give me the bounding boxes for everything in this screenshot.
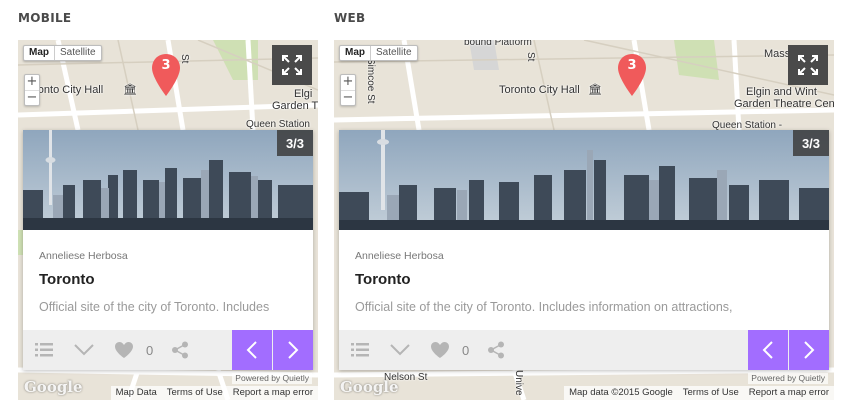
map-label-elgin-1: Elgi xyxy=(294,88,313,100)
city-hall-icon: 🏛 xyxy=(588,84,602,96)
map-type-satellite-button[interactable]: Satellite xyxy=(54,46,101,60)
list-icon[interactable] xyxy=(31,330,57,370)
heart-icon[interactable] xyxy=(113,330,135,370)
report-error-link[interactable]: Report a map error xyxy=(233,387,313,398)
expand-icon xyxy=(798,55,818,75)
terms-link[interactable]: Terms of Use xyxy=(167,387,223,398)
list-icon[interactable] xyxy=(347,330,373,370)
terms-link[interactable]: Terms of Use xyxy=(683,387,739,398)
chevron-left-icon xyxy=(762,341,773,359)
map-footer: Map data ©2015 Google Terms of Use Report … xyxy=(564,386,834,400)
zoom-out-button[interactable]: − xyxy=(25,90,39,105)
powered-by[interactable]: Powered by Quietly xyxy=(748,373,828,384)
web-info-card[interactable]: 3/3 Anneliese Herbosa Toronto Official s… xyxy=(339,130,829,370)
chevron-left-icon xyxy=(246,341,257,359)
card-author: Anneliese Herbosa xyxy=(39,250,128,262)
expand-icon xyxy=(282,55,302,75)
prev-button[interactable] xyxy=(748,330,788,370)
map-type-map-button[interactable]: Map xyxy=(24,46,54,60)
google-logo: Google xyxy=(340,378,399,396)
powered-by[interactable]: Powered by Quietly xyxy=(232,373,312,384)
map-label-elgin-web-2: Garden Theatre Cent xyxy=(734,98,834,110)
like-count: 0 xyxy=(462,343,470,358)
fullscreen-button[interactable] xyxy=(788,45,828,85)
city-hall-icon: 🏛 xyxy=(123,84,137,96)
card-photo: 3/3 xyxy=(23,130,313,230)
map-data-link[interactable]: Map data ©2015 Google xyxy=(569,387,673,398)
toronto-skyline-image xyxy=(339,130,829,230)
card-toolbar: 0 xyxy=(339,330,829,370)
google-logo: Google xyxy=(24,378,83,396)
zoom-out-button[interactable]: − xyxy=(341,90,355,105)
map-label-elgin-2: Garden Th xyxy=(272,100,318,112)
heart-icon[interactable] xyxy=(429,330,451,370)
image-counter: 3/3 xyxy=(277,130,313,156)
zoom-in-button[interactable]: + xyxy=(341,75,355,90)
share-icon[interactable] xyxy=(485,330,507,370)
zoom-in-button[interactable]: + xyxy=(25,75,39,90)
card-title[interactable]: Toronto xyxy=(355,271,411,288)
card-description: Official site of the city of Toronto. In… xyxy=(355,300,733,314)
chevron-down-icon[interactable] xyxy=(387,330,413,370)
marker-count: 3 xyxy=(627,58,637,73)
card-title[interactable]: Toronto xyxy=(39,271,95,288)
image-counter: 3/3 xyxy=(793,130,829,156)
map-label-elgin-web-1: Elgin and Wint xyxy=(746,86,817,98)
mobile-map[interactable]: oronto City Hall 🏛 St Elgi Garden Th Que… xyxy=(18,40,318,400)
card-author: Anneliese Herbosa xyxy=(355,250,444,262)
map-label-street-1: St xyxy=(525,52,536,62)
like-count: 0 xyxy=(146,343,154,358)
web-map[interactable]: bound Platform Simcoe St St Toronto City… xyxy=(334,40,834,400)
map-label-simcoe: Simcoe St xyxy=(365,58,376,104)
map-label-top: bound Platform xyxy=(464,40,532,48)
prev-button[interactable] xyxy=(232,330,272,370)
map-label-university: Unive xyxy=(513,370,524,396)
map-footer: Map Data Terms of Use Report a map error xyxy=(110,386,318,400)
card-toolbar: 0 xyxy=(23,330,313,370)
map-marker-icon[interactable]: 3 xyxy=(150,52,182,98)
web-section-label: WEB xyxy=(334,11,366,25)
chevron-right-icon xyxy=(288,341,299,359)
zoom-control[interactable]: + − xyxy=(24,74,40,106)
share-icon[interactable] xyxy=(169,330,191,370)
map-data-link[interactable]: Map Data xyxy=(116,387,157,398)
map-type-toggle[interactable]: Map Satellite xyxy=(339,45,418,61)
map-marker-icon[interactable]: 3 xyxy=(616,52,648,98)
card-description: Official site of the city of Toronto. In… xyxy=(39,300,270,314)
next-button[interactable] xyxy=(789,330,829,370)
card-photo: 3/3 xyxy=(339,130,829,230)
mobile-section-label: MOBILE xyxy=(18,11,72,25)
zoom-control[interactable]: + − xyxy=(340,74,356,106)
fullscreen-button[interactable] xyxy=(272,45,312,85)
report-error-link[interactable]: Report a map error xyxy=(749,387,829,398)
chevron-right-icon xyxy=(804,341,815,359)
chevron-down-icon[interactable] xyxy=(71,330,97,370)
next-button[interactable] xyxy=(273,330,313,370)
map-label-queen-station: Queen Station xyxy=(246,119,310,130)
marker-count: 3 xyxy=(161,58,171,73)
map-type-toggle[interactable]: Map Satellite xyxy=(23,45,102,61)
map-type-map-button[interactable]: Map xyxy=(340,46,370,60)
map-type-satellite-button[interactable]: Satellite xyxy=(370,46,417,60)
mobile-info-card[interactable]: 3/3 Anneliese Herbosa Toronto Official s… xyxy=(23,130,313,370)
map-label-city-hall-web: Toronto City Hall xyxy=(499,84,580,96)
toronto-skyline-image xyxy=(23,130,313,230)
